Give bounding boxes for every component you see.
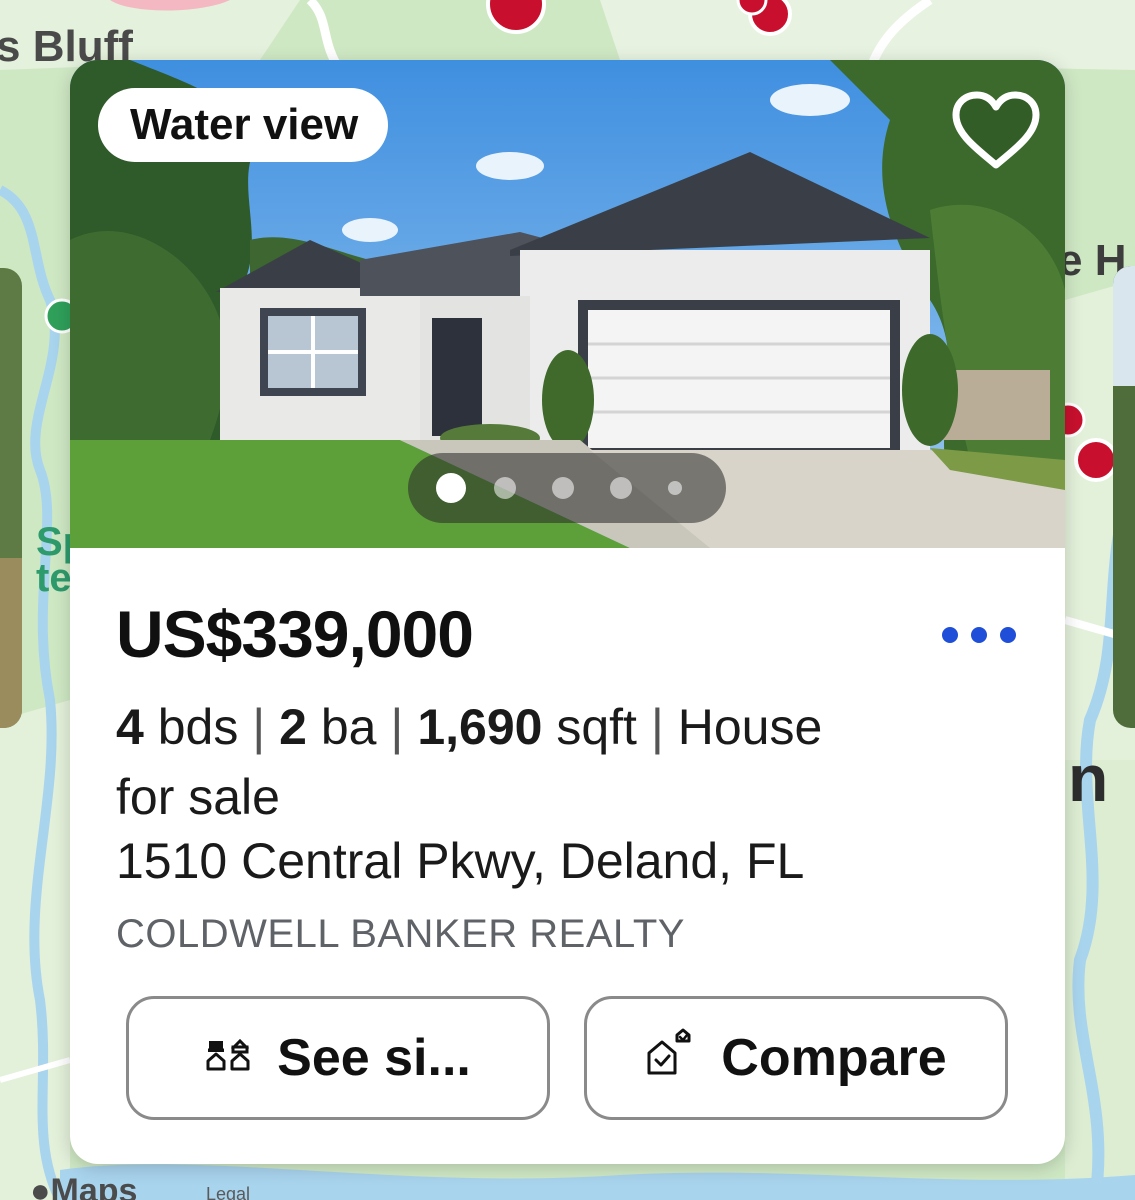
photo-pager-dot[interactable] bbox=[610, 477, 632, 499]
listing-card[interactable]: Water view US$339,000 4 bds | 2 ba | 1,6… bbox=[70, 60, 1065, 1164]
listing-broker: COLDWELL BANKER REALTY bbox=[116, 912, 685, 956]
ellipsis-icon-dot bbox=[971, 627, 987, 643]
water-view-badge: Water view bbox=[98, 88, 389, 162]
facts-separator: | bbox=[390, 699, 404, 755]
home-type: House bbox=[677, 699, 823, 755]
previous-listing-card[interactable] bbox=[0, 268, 22, 728]
baths-count: 2 bbox=[279, 699, 307, 755]
see-similar-label: See si... bbox=[277, 1029, 471, 1087]
compare-button[interactable]: Compare bbox=[584, 996, 1008, 1120]
maps-attribution: ●Maps bbox=[30, 1172, 137, 1200]
legal-link[interactable]: Legal bbox=[206, 1184, 250, 1200]
listing-photo[interactable]: Water view bbox=[70, 60, 1065, 548]
heart-outline-icon bbox=[952, 91, 1040, 169]
sqft-count: 1,690 bbox=[417, 699, 543, 755]
similar-homes-icon bbox=[205, 1028, 251, 1088]
map-label-right-lower: n bbox=[1068, 741, 1109, 815]
photo-pager[interactable] bbox=[408, 453, 726, 523]
sqft-unit: sqft bbox=[556, 699, 637, 755]
photo-pager-dot[interactable] bbox=[494, 477, 516, 499]
listing-price: US$339,000 bbox=[116, 597, 474, 671]
beds-count: 4 bbox=[116, 699, 144, 755]
compare-label: Compare bbox=[721, 1029, 947, 1087]
compare-home-icon bbox=[645, 1027, 695, 1090]
ellipsis-icon-dot bbox=[1000, 627, 1016, 643]
photo-pager-dot[interactable] bbox=[436, 473, 466, 503]
maps-attribution-text: Maps bbox=[50, 1172, 138, 1200]
listing-address: 1510 Central Pkwy, Deland, FL bbox=[116, 833, 805, 889]
ellipsis-icon-dot bbox=[942, 627, 958, 643]
apple-logo-icon: ● bbox=[30, 1172, 51, 1200]
see-similar-button[interactable]: See si... bbox=[126, 996, 550, 1120]
more-options-button[interactable] bbox=[942, 620, 1016, 650]
beds-unit: bds bbox=[157, 699, 239, 755]
listing-status: for sale bbox=[116, 769, 280, 825]
photo-pager-dot[interactable] bbox=[552, 477, 574, 499]
facts-separator: | bbox=[650, 699, 664, 755]
listing-facts: 4 bds | 2 ba | 1,690 sqft | House for sa… bbox=[116, 692, 936, 832]
next-listing-card[interactable] bbox=[1113, 266, 1135, 728]
facts-separator: | bbox=[252, 699, 266, 755]
baths-unit: ba bbox=[320, 699, 377, 755]
favorite-button[interactable] bbox=[944, 82, 1048, 178]
photo-pager-dot[interactable] bbox=[668, 481, 682, 495]
